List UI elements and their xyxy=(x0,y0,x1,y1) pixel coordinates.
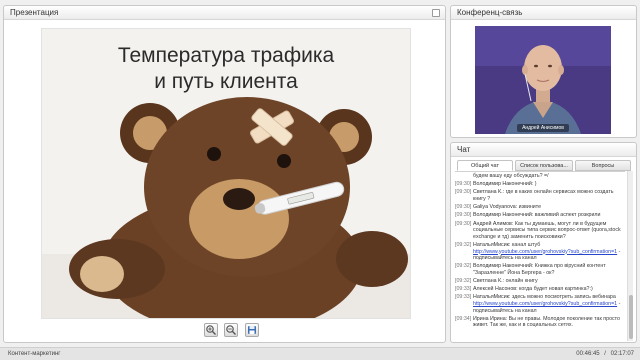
chat-message-body: Андрей Алимов: Как ты думаешь, могут ли … xyxy=(473,221,625,241)
chat-message-time: [09:30] xyxy=(455,204,472,211)
zoom-out-button[interactable] xyxy=(224,323,239,337)
speaker-video: Андрей Анисимов xyxy=(475,26,611,134)
chat-message-text: будем вашу еду обсуждать? =/ xyxy=(473,173,549,179)
chat-message-link[interactable]: http://www.youtube.com/user/grohovskiy?s… xyxy=(473,301,617,307)
chat-message-body: Володимир Наконечний: важливий аспект ро… xyxy=(473,212,625,219)
chat-message: [09:33] Алексей Насонов: когда будет нова… xyxy=(455,286,625,293)
chat-message-time: [09:32] xyxy=(455,241,472,248)
chat-tabs: Общий чат Список пользова... Вопросы xyxy=(455,160,633,171)
chat-message-time: [09:30] xyxy=(455,212,472,219)
chat-message-time: [09:30] xyxy=(455,181,472,188)
chat-message-text: извините xyxy=(518,204,542,211)
chat-scrollbar[interactable] xyxy=(627,171,633,341)
chat-message: [09:30] Володимир Наконечний: важливий ас… xyxy=(455,212,625,219)
chat-message-text: онлайн книгу xyxy=(505,278,538,285)
presentation-header: Презентация xyxy=(4,6,445,20)
chat-message-time xyxy=(455,173,473,180)
chat-message: [09:33] НатальяМисик: здесь можно посмотр… xyxy=(455,294,625,314)
chat-message-body: Володимир Наконечний: ) xyxy=(473,181,625,188)
conference-header: Конференц-связь xyxy=(451,6,636,20)
conference-title: Конференц-связь xyxy=(457,8,523,17)
maximize-icon[interactable] xyxy=(432,9,440,17)
tab-questions[interactable]: Вопросы xyxy=(575,160,631,171)
chat-message: [09:30] Андрей Алимов: Как ты думаешь, мо… xyxy=(455,221,625,241)
tab-general-chat[interactable]: Общий чат xyxy=(457,160,513,171)
slide: Температура трафика и путь клиента xyxy=(41,28,411,319)
time-separator: / xyxy=(604,351,606,357)
chat-message: [09:34] Ирина Ирина: Вы не правы. Молодое… xyxy=(455,316,625,329)
status-bar: Контент-маркетинг 00:46:45 / 02:17:07 xyxy=(0,347,640,360)
chat-message-time: [09:32] xyxy=(455,278,472,285)
chat-message-body: Алексей Насонов: когда будет новая карти… xyxy=(473,286,625,293)
chat-scrollbar-thumb[interactable] xyxy=(629,295,633,339)
save-icon xyxy=(247,326,256,334)
chat-message-author: Алексей Насонов: xyxy=(473,286,518,293)
teddy-bear-image xyxy=(42,97,410,318)
presentation-title: Презентация xyxy=(10,8,59,17)
chat-message: [09:32] Володимир Наконечний: Книжка про … xyxy=(455,263,625,276)
chat-message-body: Светлана К.: где в каких онлайн сервисах… xyxy=(473,189,625,202)
chat-message: [09:30] Galiya Vodyanova: извините xyxy=(455,204,625,211)
chat-message-time: [09:33] xyxy=(455,294,472,301)
chat-message-body: НатальяМисик: канал штуб http://www.yout… xyxy=(473,242,625,262)
chat-message-author: Володимир Наконечний: xyxy=(473,212,534,219)
conference-panel: Конференц-связь Андрей Анисимов xyxy=(450,5,637,138)
chat-message: [09:32] Светлана К.: онлайн книгу xyxy=(455,278,625,285)
chat-message-time: [09:32] xyxy=(455,263,472,270)
chat-message-body: Ирина Ирина: Вы не правы. Молодое поколе… xyxy=(473,316,625,329)
chat-message-author: НатальяМисик: xyxy=(473,294,511,301)
chat-message-time: [09:34] xyxy=(455,315,472,322)
chat-message-text: когда будет новая картинка?:) xyxy=(519,286,593,293)
zoom-in-button[interactable] xyxy=(204,323,218,337)
playback-time: 00:46:45 / 02:17:07 xyxy=(573,348,634,360)
webinar-name: Контент-маркетинг xyxy=(8,351,61,357)
speaker-name-label: Андрей Анисимов xyxy=(475,124,611,132)
chat-panel: Чат Общий чат Список пользова... Вопросы… xyxy=(450,142,637,343)
chat-message-author: Ирина Ирина: xyxy=(473,315,508,322)
presentation-toolbar xyxy=(204,323,261,339)
chat-message-time: [09:33] xyxy=(455,286,472,293)
chat-message-link[interactable]: http://www.youtube.com/user/grohovskiy?s… xyxy=(473,249,617,255)
chat-message-time: [09:30] xyxy=(455,220,472,227)
chat-message-author: Светлана К.: xyxy=(473,278,505,285)
chat-message: [09:30] Володимир Наконечний: ) xyxy=(455,181,625,188)
chat-message-body: будем вашу еду обсуждать? =/ xyxy=(473,173,625,180)
speaker-name: Андрей Анисимов xyxy=(517,124,569,132)
time-elapsed: 00:46:45 xyxy=(576,351,600,357)
chat-message-author: НатальяМисик: xyxy=(473,241,511,248)
chat-message-author: Андрей Алимов: xyxy=(473,220,514,227)
chat-message-text: канал штуб xyxy=(511,241,541,248)
chat-message: [09:30] Светлана К.: где в каких онлайн с… xyxy=(455,189,625,202)
zoom-in-icon xyxy=(206,325,216,335)
chat-message-body: Володимир Наконечний: Книжка про вірусни… xyxy=(473,263,625,276)
presentation-panel: Презентация Температура трафика и путь к… xyxy=(3,5,446,343)
chat-message-body: Galiya Vodyanova: извините xyxy=(473,204,625,211)
chat-title: Чат xyxy=(457,145,471,154)
chat-message-text: важливий аспект розкрили xyxy=(534,212,601,219)
time-total: 02:17:07 xyxy=(610,351,634,357)
chat-message-body: Светлана К.: онлайн книгу xyxy=(473,278,625,285)
chat-message-body: НатальяМисик: здесь можно посмотреть зап… xyxy=(473,294,625,314)
chat-message-author: Galiya Vodyanova: xyxy=(473,204,518,211)
chat-message-list[interactable]: будем вашу еду обсуждать? =/[09:30] Волод… xyxy=(455,171,625,341)
chat-message-author: Володимир Наконечний: xyxy=(473,181,534,188)
chat-message-author: Володимир Наконечний: xyxy=(473,263,534,270)
chat-message-time: [09:30] xyxy=(455,189,472,196)
chat-message-text: здесь можно посмотреть запись вебинара xyxy=(511,294,616,301)
save-button[interactable] xyxy=(244,323,259,337)
speaker-image xyxy=(475,26,611,134)
tab-user-list[interactable]: Список пользова... xyxy=(515,160,573,171)
chat-message-author: Светлана К.: xyxy=(473,189,505,196)
chat-message: будем вашу еду обсуждать? =/ xyxy=(455,173,625,180)
chat-message: [09:32] НатальяМисик: канал штуб http://w… xyxy=(455,242,625,262)
zoom-out-icon xyxy=(226,325,237,335)
chat-message-text: ) xyxy=(534,181,537,188)
chat-header: Чат xyxy=(451,143,636,157)
